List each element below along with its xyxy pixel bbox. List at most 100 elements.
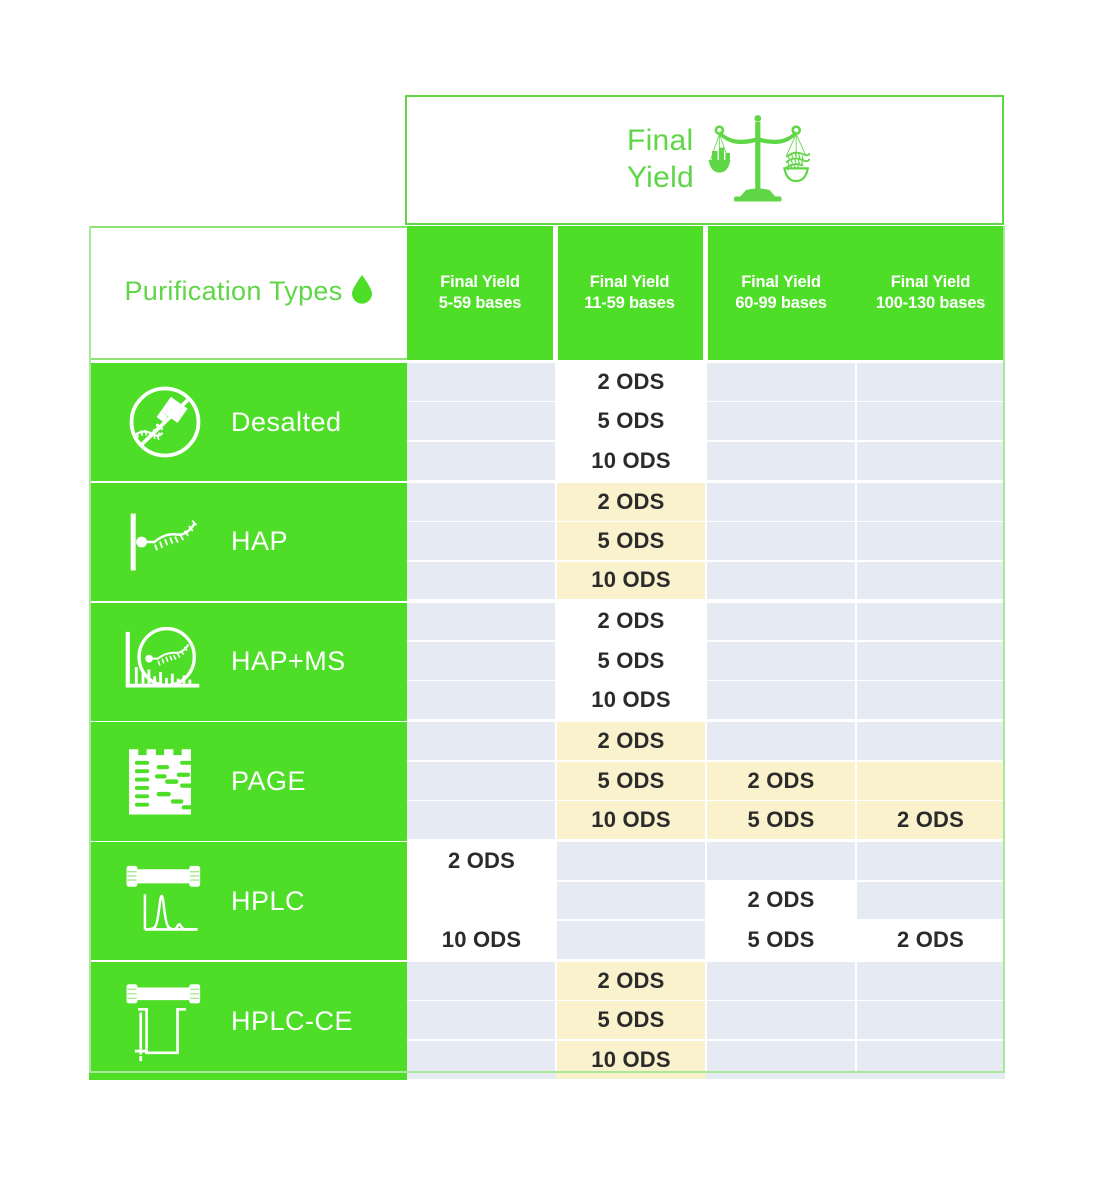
cell-empty [856, 522, 1005, 560]
cell-value: 5 ODS [556, 402, 706, 441]
cell-value: 2 ODS [556, 363, 706, 401]
cell-empty [706, 561, 856, 600]
cell-empty [856, 402, 1005, 441]
cell-empty [856, 482, 1005, 521]
cell-empty [407, 761, 556, 800]
cell-value: 2 ODS [856, 801, 1005, 839]
cell-value: 2 ODS [556, 482, 706, 521]
row-label-happlusms[interactable]: HAP+MS [89, 602, 407, 721]
cell-value: 2 ODS [856, 921, 1005, 959]
cell-value: 10 ODS [556, 681, 706, 720]
cell-empty [856, 1001, 1005, 1040]
row-label-page[interactable]: PAGE [89, 722, 407, 841]
column-header-60-99-bases: Final Yield 60-99 bases [706, 226, 856, 360]
cell-empty [706, 842, 856, 880]
cell-empty [407, 441, 556, 480]
column-separator-1 [705, 363, 707, 1071]
final-yield-banner: Final Yield [405, 95, 1004, 225]
cell-empty [856, 881, 1005, 920]
cell-value: 2 ODS [556, 722, 706, 761]
header-divider-0 [555, 226, 558, 360]
cell-empty [706, 722, 856, 761]
cell-value: 5 ODS [556, 522, 706, 560]
cell-empty [706, 363, 856, 401]
cell-empty [407, 642, 556, 680]
column-separator-0 [555, 363, 557, 1071]
final-yield-banner-inner: Final Yield [626, 110, 811, 211]
cell-empty [706, 681, 856, 720]
cell-empty [856, 642, 1005, 680]
header-divider-1 [705, 226, 708, 360]
cell-span-fill [856, 761, 1005, 800]
row-label-text: Desalted [231, 406, 342, 437]
cell-empty [407, 801, 556, 839]
hplc-column-icon [117, 857, 213, 945]
cell-value: 2 ODS [407, 842, 556, 880]
column-separator-2 [855, 363, 857, 1071]
table-border-top-right [1003, 226, 1005, 1073]
cell-empty [556, 921, 706, 959]
cell-empty [856, 681, 1005, 720]
purification-types-label: Purification Types [124, 274, 373, 313]
cell-empty [407, 722, 556, 761]
row-label-hplc-ce[interactable]: HPLC-CE [89, 962, 407, 1081]
column-header-100-130-bases: Final Yield 100-130 bases [856, 226, 1005, 360]
hap-ms-icon [117, 618, 213, 706]
cell-empty [407, 1001, 556, 1040]
row-separator [89, 1080, 1005, 1082]
cell-empty [706, 642, 856, 680]
cell-value: 10 ODS [407, 921, 556, 959]
gel-electrophoresis-icon [117, 737, 213, 825]
cell-span-fill [407, 881, 556, 920]
cell-value: 2 ODS [556, 602, 706, 641]
cell-empty [706, 1001, 856, 1040]
cell-empty [856, 441, 1005, 480]
row-label-text: HAP+MS [231, 646, 346, 677]
purification-types-text: Purification Types [124, 275, 343, 306]
table-border-bottom [89, 1071, 1005, 1073]
row-label-hap[interactable]: HAP [89, 482, 407, 601]
cell-value: 5 ODS [556, 761, 706, 800]
cell-empty [407, 561, 556, 600]
cell-empty [856, 602, 1005, 641]
balance-scale-icon [706, 110, 811, 211]
cell-empty [407, 402, 556, 441]
cell-value: 2 ODS [556, 962, 706, 1000]
cell-value: 5 ODS [556, 642, 706, 680]
cell-value: 10 ODS [556, 441, 706, 480]
droplet-icon [350, 274, 374, 313]
row-label-text: HPLC [231, 885, 306, 916]
cell-value: 2 ODS [706, 881, 856, 920]
cell-empty [407, 522, 556, 560]
cell-value: 5 ODS [706, 921, 856, 959]
hap-icon [117, 498, 213, 586]
purification-yield-table: Final Yield Purification Types Final Yie… [0, 0, 1099, 1187]
cell-empty [407, 602, 556, 641]
cell-empty [856, 561, 1005, 600]
cell-empty [856, 722, 1005, 761]
cell-value: 5 ODS [706, 801, 856, 839]
column-header-11-59-bases: Final Yield 11-59 bases [556, 226, 706, 360]
cell-empty [407, 681, 556, 720]
table-border-left [89, 226, 91, 1073]
hplc-ce-icon [117, 977, 213, 1065]
final-yield-banner-title: Final Yield [626, 124, 695, 194]
cell-empty [556, 842, 706, 880]
cell-empty [407, 482, 556, 521]
purification-types-header: Purification Types [89, 226, 407, 360]
cell-empty [706, 441, 856, 480]
row-label-text: HPLC-CE [231, 1005, 354, 1036]
cell-value: 2 ODS [706, 761, 856, 800]
cell-empty [706, 522, 856, 560]
row-label-desalted[interactable]: Desalted [89, 363, 407, 482]
no-salt-icon [117, 378, 213, 466]
row-label-text: PAGE [231, 765, 307, 796]
cell-empty [407, 962, 556, 1000]
row-label-hplc[interactable]: HPLC [89, 842, 407, 961]
cell-empty [706, 402, 856, 441]
cell-empty [706, 482, 856, 521]
row-label-text: HAP [231, 526, 289, 557]
cell-value: 10 ODS [556, 561, 706, 600]
cell-empty [706, 602, 856, 641]
cell-value: 10 ODS [556, 801, 706, 839]
